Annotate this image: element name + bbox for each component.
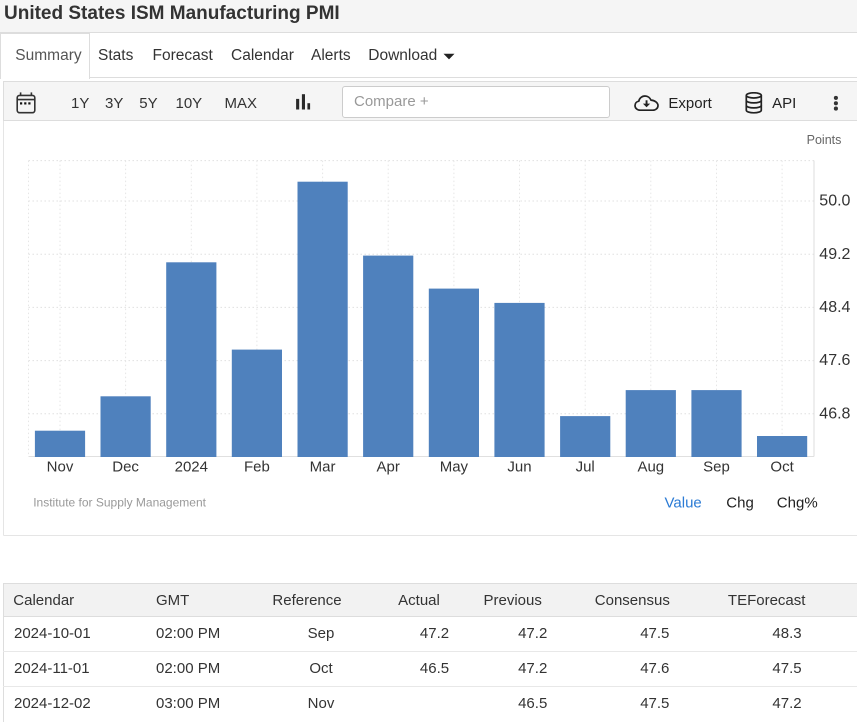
svg-text:Apr: Apr [377, 459, 400, 476]
svg-text:2024: 2024 [175, 459, 208, 476]
svg-text:46.8: 46.8 [819, 405, 850, 422]
svg-text:May: May [440, 459, 469, 476]
svg-text:47.6: 47.6 [819, 352, 850, 369]
svg-text:Aug: Aug [637, 459, 664, 476]
svg-text:Nov: Nov [47, 459, 74, 476]
svg-text:Oct: Oct [770, 459, 794, 476]
svg-text:Chg%: Chg% [777, 495, 818, 512]
svg-text:Points: Points [807, 133, 842, 147]
svg-text:Jun: Jun [507, 459, 531, 476]
svg-text:Chg: Chg [726, 495, 754, 512]
svg-text:Sep: Sep [703, 459, 730, 476]
svg-text:48.4: 48.4 [819, 299, 850, 316]
svg-text:50.0: 50.0 [819, 193, 850, 210]
svg-text:Mar: Mar [310, 459, 336, 476]
svg-text:Institute for Supply Managemen: Institute for Supply Management [33, 496, 206, 510]
svg-text:Feb: Feb [244, 459, 270, 476]
svg-text:Dec: Dec [112, 459, 139, 476]
svg-text:Value: Value [665, 495, 702, 512]
svg-text:Jul: Jul [576, 459, 595, 476]
svg-text:49.2: 49.2 [819, 246, 850, 263]
